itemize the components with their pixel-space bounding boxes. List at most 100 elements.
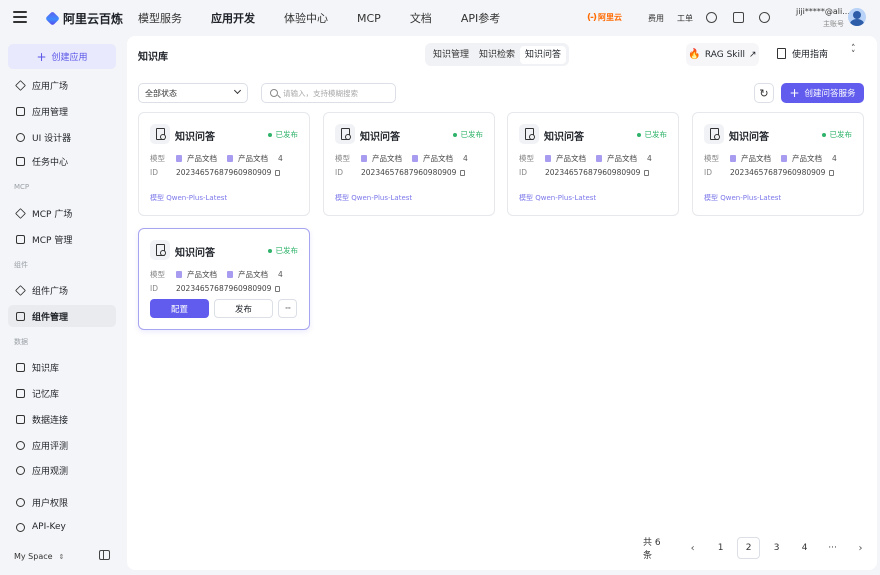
doc-tag-icon	[730, 155, 736, 162]
fees-link[interactable]: 费用	[648, 13, 664, 24]
rag-skill-label: RAG Skill	[704, 49, 746, 60]
nav-tab-mcp[interactable]: MCP	[357, 12, 381, 25]
document-search-icon	[704, 124, 724, 144]
qa-card[interactable]: 知识问答 已发布 模型 产品文档 产品文档 4 ID 2023465768796…	[138, 112, 310, 216]
sidebar-item-ui-designer[interactable]: UI 设计器	[8, 126, 116, 148]
copy-icon[interactable]	[275, 285, 281, 292]
qa-card[interactable]: 知识问答 已发布 模型 产品文档 产品文档 4 ID 2023465768796…	[692, 112, 864, 216]
qa-card[interactable]: 知识问答 已发布 模型 产品文档 产品文档 4 ID 2023465768796…	[323, 112, 495, 216]
next-page-icon[interactable]: ›	[849, 537, 872, 559]
sidebar-item-data-connect[interactable]: 数据连接	[8, 408, 116, 430]
space-label: My Space	[14, 552, 53, 561]
search-box[interactable]	[261, 83, 396, 103]
copy-icon[interactable]	[275, 169, 281, 176]
sidebar-item-app-manage[interactable]: 应用管理	[8, 100, 116, 122]
doc-tag-icon	[227, 271, 233, 278]
sidebar-item-observe[interactable]: 应用观测	[8, 459, 116, 481]
doc-tag-icon	[545, 155, 551, 162]
tab-knowledge-qa[interactable]: 知识问答	[520, 45, 567, 64]
id-label: ID	[150, 284, 158, 293]
model-link[interactable]: 模型 Qwen-Plus-Latest	[519, 193, 596, 203]
aliyun-link[interactable]: (-) 阿里云	[587, 12, 622, 23]
settings-icon[interactable]	[759, 12, 770, 23]
sidebar-item-user-permissions[interactable]: 用户权限	[8, 491, 116, 513]
create-qa-service-label: 创建问答服务	[804, 89, 856, 99]
brand-logo[interactable]: 阿里云百炼	[45, 10, 123, 27]
card-model-row: 模型 产品文档 产品文档 4	[519, 153, 652, 164]
user-name[interactable]: jiji*****@ali...	[796, 7, 850, 16]
usage-guide-link[interactable]: 使用指南	[777, 47, 828, 60]
qa-card[interactable]: 知识问答 已发布 模型 产品文档 产品文档 4 ID 2023465768796…	[507, 112, 679, 216]
page-button[interactable]: 2	[737, 537, 761, 559]
sidebar-item-label: 应用评测	[32, 441, 69, 452]
create-app-button[interactable]: + 创建应用	[8, 44, 116, 69]
evaluate-icon	[16, 440, 25, 450]
copy-icon[interactable]	[829, 169, 835, 176]
model-link[interactable]: 模型 Qwen-Plus-Latest	[704, 193, 781, 203]
sidebar-item-memory[interactable]: 记忆库	[8, 382, 116, 404]
status-filter-select[interactable]: 全部状态	[138, 83, 248, 103]
status-label: 已发布	[644, 130, 668, 139]
publish-button[interactable]: 发布	[214, 299, 273, 318]
status-dot	[636, 132, 641, 137]
sidebar-collapse-icon[interactable]	[99, 550, 110, 560]
sidebar-item-knowledge[interactable]: 知识库	[8, 356, 116, 378]
sidebar-item-task-center[interactable]: 任务中心	[8, 150, 116, 172]
status-badge: 已发布	[821, 129, 852, 140]
app-icon[interactable]	[733, 12, 744, 23]
avatar[interactable]	[848, 8, 866, 26]
prev-page-icon[interactable]: ‹	[681, 537, 704, 559]
nav-tab-api[interactable]: API参考	[461, 10, 500, 26]
user-role: 主账号	[823, 20, 844, 28]
qa-card[interactable]: 知识问答 已发布 模型 产品文档 产品文档 4 ID 2023465768796…	[138, 228, 310, 330]
sidebar-item-mcp-square[interactable]: MCP 广场	[8, 202, 116, 224]
status-badge: 已发布	[267, 245, 299, 256]
model-link[interactable]: 模型 Qwen-Plus-Latest	[335, 193, 412, 203]
tickets-link[interactable]: 工单	[677, 13, 693, 24]
globe-icon[interactable]	[706, 12, 717, 23]
page-button[interactable]: 4	[793, 537, 816, 559]
sidebar-item-label: 组件管理	[32, 312, 69, 323]
tag-count: 4	[832, 154, 837, 163]
sidebar-item-app-square[interactable]: 应用广场	[8, 74, 116, 96]
card-title: 知识问答	[175, 248, 215, 259]
sidebar-item-label: 记忆库	[32, 389, 60, 400]
nav-tab-app-dev[interactable]: 应用开发	[211, 10, 255, 26]
tag-label: 产品文档	[741, 154, 771, 163]
config-button[interactable]: 配置	[150, 299, 209, 318]
sidebar-item-component-manage[interactable]: 组件管理	[8, 305, 116, 327]
page-button[interactable]: 1	[709, 537, 732, 559]
book-icon	[16, 362, 25, 372]
status-label: 已发布	[275, 130, 299, 139]
tab-knowledge-search[interactable]: 知识检索	[474, 46, 520, 64]
refresh-icon: ↻	[759, 86, 769, 100]
copy-icon[interactable]	[460, 169, 466, 176]
top-nav: 阿里云百炼 模型服务 应用开发 体验中心 MCP 文档 API参考 (-) 阿里…	[0, 0, 880, 36]
plug-settings-icon	[16, 234, 25, 244]
tab-knowledge-manage[interactable]: 知识管理	[428, 46, 474, 64]
create-qa-service-button[interactable]: + 创建问答服务	[781, 83, 864, 103]
chevron-updown-icon[interactable]: ˄ ˅	[851, 45, 856, 60]
status-label: 已发布	[275, 246, 299, 255]
nav-tab-models[interactable]: 模型服务	[138, 10, 182, 26]
menu-icon[interactable]	[13, 11, 27, 23]
sidebar-item-component-square[interactable]: 组件广场	[8, 279, 116, 301]
model-link[interactable]: 模型 Qwen-Plus-Latest	[150, 193, 227, 203]
page-button[interactable]: 3	[765, 537, 788, 559]
nav-tab-docs[interactable]: 文档	[410, 10, 432, 26]
sidebar-item-mcp-manage[interactable]: MCP 管理	[8, 228, 116, 250]
sidebar-item-evaluate[interactable]: 应用评测	[8, 434, 116, 456]
more-button[interactable]: ···	[278, 299, 297, 318]
copy-icon[interactable]	[644, 169, 650, 176]
refresh-button[interactable]: ↻	[754, 83, 774, 103]
sidebar-item-api-key[interactable]: API-Key	[8, 516, 116, 538]
user-icon	[16, 497, 25, 507]
page-ellipsis[interactable]: ···	[821, 537, 844, 559]
rag-skill-button[interactable]: 🔥 RAG Skill ↗	[686, 43, 759, 66]
status-dot	[452, 132, 457, 137]
tag-count: 4	[463, 154, 468, 163]
space-switcher[interactable]: My Space ⇕	[14, 552, 64, 561]
nav-tab-experience[interactable]: 体验中心	[284, 10, 328, 26]
search-input[interactable]	[283, 88, 393, 98]
card-id-row: ID 20234657687960980909	[704, 168, 835, 177]
